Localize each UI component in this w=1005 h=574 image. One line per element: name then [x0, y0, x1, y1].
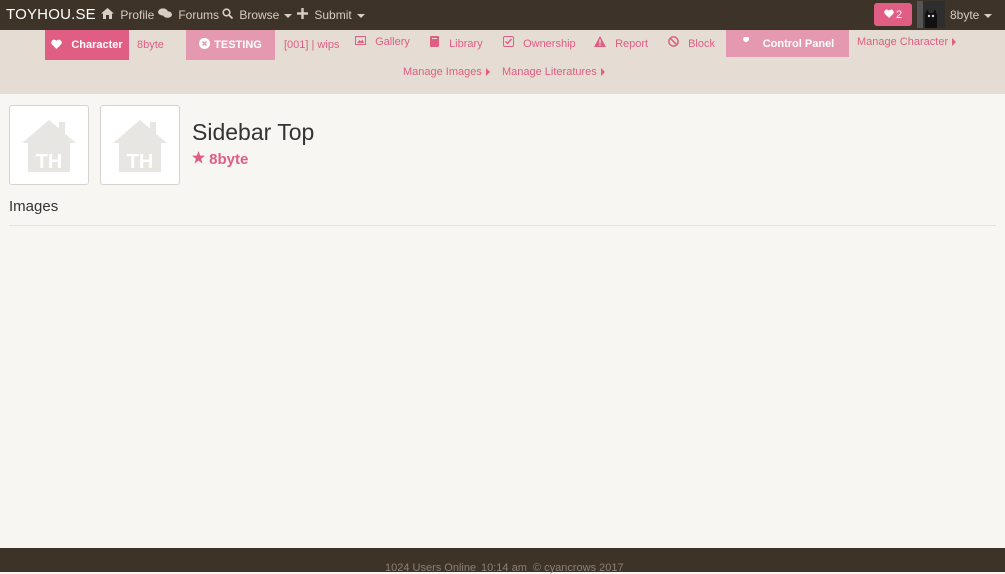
- footer-copyright: © cyancrows 2017: [533, 562, 624, 574]
- plus-icon: [297, 8, 311, 22]
- footer: 1024 Users Online 10:14 am © cyancrows 2…: [0, 548, 1005, 574]
- testing-button[interactable]: TESTING: [186, 30, 275, 60]
- manage-literatures-menu[interactable]: Manage Literatures: [502, 66, 605, 78]
- top-navbar: TOYHOU.SE Profile Forums Browse Submit 2…: [0, 0, 1005, 30]
- owner-name: 8byte: [209, 151, 249, 168]
- images-heading: Images: [9, 198, 59, 215]
- house-placeholder-icon: TH: [113, 120, 167, 173]
- character-thumbnail[interactable]: TH: [100, 105, 180, 185]
- testing-button-label: TESTING: [214, 39, 262, 51]
- heart-icon: [51, 39, 63, 52]
- caret-right-icon: [600, 68, 605, 77]
- placeholder-logo-text: TH: [36, 151, 63, 173]
- user-menu-dropdown[interactable]: 8byte: [950, 8, 993, 22]
- ban-icon: [668, 36, 682, 50]
- browse-dropdown-label: Browse: [239, 8, 280, 22]
- forums-link-label: Forums: [178, 8, 220, 22]
- comments-icon: [158, 8, 175, 22]
- block-link[interactable]: Block: [668, 36, 715, 50]
- submit-dropdown-label: Submit: [314, 8, 352, 22]
- browse-dropdown[interactable]: Browse: [222, 8, 293, 22]
- owner-link[interactable]: 8byte: [137, 39, 164, 51]
- heart-icon: [884, 9, 894, 21]
- caret-down-icon: [984, 13, 993, 18]
- ownership-link[interactable]: Ownership: [503, 36, 576, 50]
- house-placeholder-icon: TH: [22, 120, 76, 173]
- gallery-link[interactable]: Gallery: [355, 36, 410, 48]
- favorites-count: 2: [895, 8, 903, 21]
- gallery-link-label: Gallery: [375, 36, 410, 48]
- manage-character-label: Manage Character: [857, 36, 949, 48]
- manage-images-label: Manage Images: [403, 66, 482, 78]
- caret-down-icon: [356, 13, 365, 18]
- star-icon: [192, 151, 209, 168]
- users-online: 1024 Users Online: [385, 562, 477, 574]
- caret-right-icon: [485, 68, 490, 77]
- wrench-icon: [741, 35, 752, 51]
- check-square-icon: [503, 36, 517, 50]
- character-thumbnail[interactable]: TH: [9, 105, 89, 185]
- character-button-label: Character: [71, 39, 123, 51]
- username-label: 8byte: [950, 8, 980, 22]
- caret-right-icon: [952, 38, 957, 47]
- manage-images-menu[interactable]: Manage Images: [403, 66, 490, 78]
- library-link[interactable]: Library: [430, 36, 483, 50]
- character-navbar: Character 8byte TESTING [001] | wips Gal…: [0, 30, 1005, 94]
- image-icon: [355, 36, 369, 48]
- favorites-button[interactable]: 2: [874, 3, 912, 26]
- character-button[interactable]: Character: [45, 30, 129, 60]
- book-icon: [430, 36, 443, 50]
- profile-link-label: Profile: [120, 8, 155, 22]
- character-title: Sidebar Top: [192, 119, 315, 145]
- warning-icon: [594, 36, 609, 50]
- forums-link[interactable]: Forums: [158, 8, 219, 22]
- close-circle-icon: [199, 38, 211, 52]
- report-link-label: Report: [615, 38, 649, 50]
- user-avatar[interactable]: [917, 1, 945, 28]
- library-link-label: Library: [449, 38, 483, 50]
- search-icon: [222, 8, 236, 22]
- home-icon: [101, 8, 117, 22]
- site-logo[interactable]: TOYHOU.SE: [6, 6, 96, 23]
- control-panel-button[interactable]: Control Panel: [726, 30, 849, 57]
- wips-link[interactable]: [001] | wips: [284, 39, 339, 51]
- submit-dropdown[interactable]: Submit: [297, 8, 365, 22]
- report-link[interactable]: Report: [594, 36, 648, 50]
- character-owner-link[interactable]: 8byte: [192, 151, 248, 168]
- profile-link[interactable]: Profile: [101, 8, 154, 22]
- block-link-label: Block: [688, 38, 715, 50]
- placeholder-logo-text: TH: [127, 151, 154, 173]
- footer-time: 10:14 am: [481, 562, 527, 574]
- manage-literatures-label: Manage Literatures: [502, 66, 597, 78]
- section-divider: [9, 225, 996, 226]
- control-panel-label: Control Panel: [762, 37, 835, 50]
- caret-down-icon: [284, 13, 293, 18]
- manage-character-menu[interactable]: Manage Character: [857, 36, 957, 48]
- ownership-link-label: Ownership: [523, 38, 576, 50]
